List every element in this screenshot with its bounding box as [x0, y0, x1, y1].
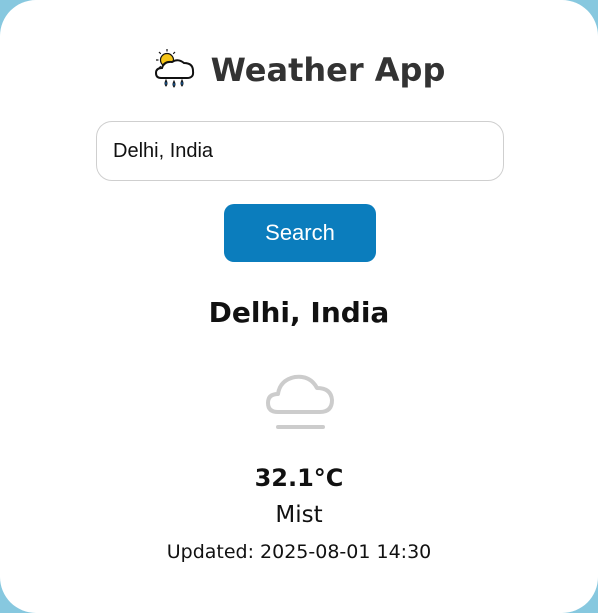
city-search-input[interactable]: [96, 121, 504, 181]
city-name: Delhi, India: [208, 296, 390, 329]
search-button[interactable]: Search: [224, 204, 376, 262]
temperature: 32.1°C: [254, 464, 344, 492]
weather-card: Weather App Search Delhi, India 32.1°C M…: [0, 0, 598, 613]
app-header: Weather App: [0, 44, 598, 96]
app-title: Weather App: [210, 51, 446, 89]
weather-condition: Mist: [275, 502, 323, 528]
mist-icon: [266, 374, 334, 429]
cloud-sun-rain-icon: [154, 49, 194, 88]
updated-timestamp: Updated: 2025-08-01 14:30: [166, 541, 432, 563]
